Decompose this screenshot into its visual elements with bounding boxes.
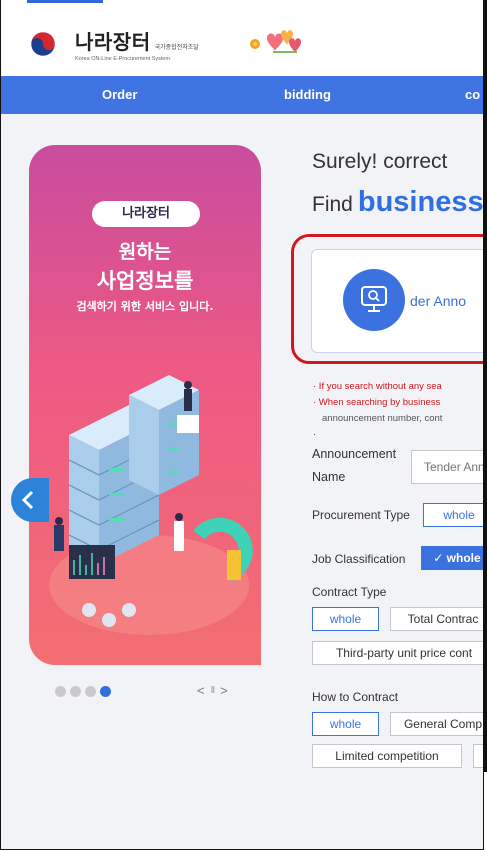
pager-prev-button[interactable]: < bbox=[197, 683, 205, 698]
how-to-contract-general-chip[interactable]: General Comp bbox=[390, 712, 483, 736]
contract-type-whole-chip[interactable]: whole bbox=[312, 607, 379, 631]
card-label: der Anno bbox=[410, 293, 467, 309]
logo-korean-title: 나라장터 bbox=[75, 30, 151, 54]
korea-emblem-icon bbox=[30, 31, 56, 57]
nav-item-contract[interactable]: co bbox=[465, 87, 480, 102]
nav-item-order[interactable]: Order bbox=[102, 87, 137, 102]
logo-english-subtitle: Korea ON-Line E-Procurement System bbox=[75, 56, 171, 62]
contract-type-third-party-chip[interactable]: Third-party unit price cont bbox=[312, 641, 483, 665]
banner-dots bbox=[55, 686, 111, 697]
contract-type-label: Contract Type bbox=[312, 585, 387, 599]
main-nav: Order bidding co bbox=[1, 76, 483, 114]
chevron-left-icon bbox=[21, 490, 34, 510]
search-headline-2: Find business bbox=[312, 186, 484, 218]
promo-banner[interactable]: 나라장터 원하는 사업정보를 검색하기 위한 서비스 입니다. bbox=[29, 145, 261, 665]
job-classification-whole-chip[interactable]: ✓ whole bbox=[421, 546, 483, 570]
banner-headline-2: 사업정보를 bbox=[96, 269, 194, 293]
banner-dot-1[interactable] bbox=[55, 686, 66, 697]
monitor-search-icon bbox=[361, 286, 387, 312]
banner-pager: < II > bbox=[197, 683, 228, 698]
banner-subline: 검색하기 위한 서비스 입니다. bbox=[76, 300, 214, 313]
contract-type-total-chip[interactable]: Total Contrac bbox=[390, 607, 483, 631]
site-header: 나라장터 국가종합전자조달 Korea ON-Line E-Procuremen… bbox=[1, 0, 483, 76]
nav-item-bidding[interactable]: bidding bbox=[284, 87, 331, 102]
flower-hearts-icon bbox=[250, 30, 301, 53]
search-notes: · If you search without any sea · When s… bbox=[313, 379, 483, 443]
how-to-contract-more-chip[interactable] bbox=[473, 744, 483, 768]
how-to-contract-limited-chip[interactable]: Limited competition bbox=[312, 744, 462, 768]
card-icon-circle bbox=[343, 269, 405, 331]
header-accent-bar bbox=[27, 0, 103, 3]
banner-dot-2[interactable] bbox=[70, 686, 81, 697]
how-to-contract-whole-chip[interactable]: whole bbox=[312, 712, 379, 736]
note-line-4: · bbox=[313, 429, 317, 440]
announcement-name-label-2: Name bbox=[312, 470, 346, 484]
procurement-type-label: Procurement Type bbox=[312, 508, 410, 522]
tender-announcement-card[interactable]: der Anno bbox=[311, 249, 483, 353]
job-classification-label: Job Classification bbox=[312, 552, 406, 566]
announcement-name-label-1: Announcement bbox=[312, 447, 397, 461]
pager-next-button[interactable]: > bbox=[220, 683, 228, 698]
pager-pause-button[interactable]: II bbox=[211, 685, 215, 696]
note-line-2: · When searching by business bbox=[313, 397, 441, 408]
browser-viewport: 나라장터 국가종합전자조달 Korea ON-Line E-Procuremen… bbox=[0, 0, 484, 850]
banner-dot-3[interactable] bbox=[85, 686, 96, 697]
banner-prev-button[interactable] bbox=[11, 478, 49, 522]
note-line-1: · If you search without any sea bbox=[313, 381, 442, 392]
logo-korean-subtitle: 국가종합전자조달 bbox=[154, 44, 199, 51]
banner-headline-1: 원하는 bbox=[118, 241, 172, 263]
announcement-name-input[interactable] bbox=[411, 450, 483, 484]
search-headline-highlight: business bbox=[357, 186, 484, 218]
note-line-3: announcement number, cont bbox=[322, 413, 443, 424]
procurement-type-whole-chip[interactable]: whole bbox=[423, 503, 483, 527]
how-to-contract-label: How to Contract bbox=[312, 690, 399, 704]
search-headline-1: Surely! correct bbox=[312, 150, 448, 173]
server-illustration bbox=[49, 375, 253, 635]
site-logo[interactable]: 나라장터 국가종합전자조달 Korea ON-Line E-Procuremen… bbox=[25, 26, 199, 62]
banner-dot-4[interactable] bbox=[100, 686, 111, 697]
banner-brand-pill: 나라장터 bbox=[92, 201, 200, 227]
